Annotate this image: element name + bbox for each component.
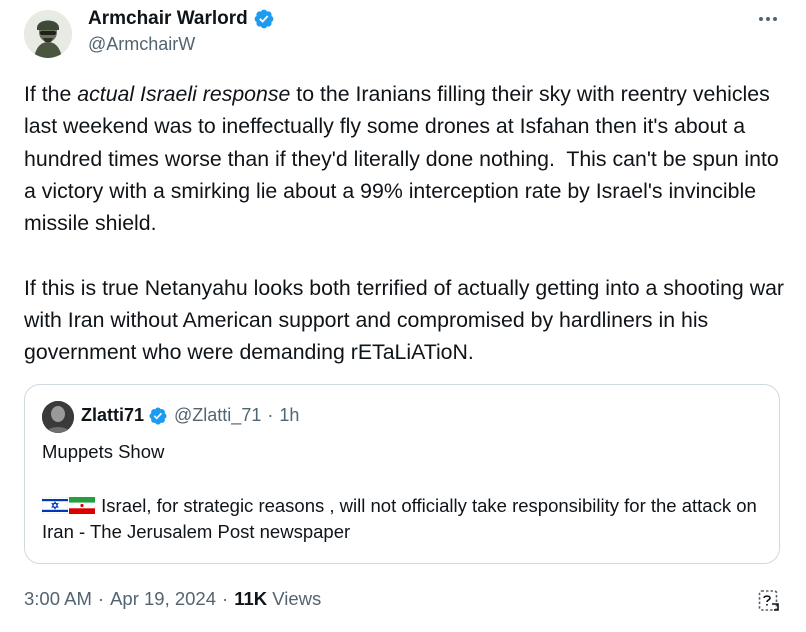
verified-badge-icon [254, 9, 274, 29]
quoted-author-avatar[interactable] [42, 401, 74, 433]
quoted-text-body: Israel, for strategic reasons , will not… [42, 495, 757, 542]
tweet-date[interactable]: Apr 19, 2024 [110, 588, 216, 610]
tweet-footer: 3:00 AM · Apr 19, 2024 · 11K Views [24, 588, 321, 610]
author-name-row[interactable]: Armchair Warlord [88, 8, 275, 30]
israel-flag-icon [42, 497, 68, 514]
tweet-paragraph-2: If this is true Netanyahu looks both ter… [24, 275, 790, 365]
views: 11K Views [234, 588, 321, 610]
iran-flag-icon [69, 497, 95, 514]
separator-dot: · [97, 588, 105, 609]
quoted-text-line1: Muppets Show [42, 441, 165, 462]
dot-icon [766, 17, 770, 21]
quoted-display-name[interactable]: Zlatti71 [81, 405, 144, 426]
tweet-time[interactable]: 3:00 AM [24, 588, 92, 610]
quoted-handle[interactable]: @Zlatti_71 [174, 405, 261, 426]
author-handle[interactable]: @ArmchairW [88, 34, 195, 55]
separator-dot: · [267, 405, 274, 425]
tweet-text: If the actual Israeli response to the Ir… [24, 78, 794, 369]
views-label: Views [272, 588, 322, 609]
quoted-text-line2: Israel, for strategic reasons , will not… [42, 493, 767, 545]
dot-icon [773, 17, 777, 21]
separator-dot: · [222, 588, 229, 609]
author-display-name[interactable]: Armchair Warlord [88, 8, 248, 30]
quoted-time[interactable]: 1h [279, 405, 299, 426]
author-avatar[interactable] [24, 10, 72, 58]
verified-badge-icon [149, 406, 167, 425]
quoted-tweet[interactable]: Zlatti71 @Zlatti_71 · 1h Muppets Show Is… [24, 384, 780, 564]
tweet-text-part: If the [24, 82, 78, 106]
quoted-header: Zlatti71 @Zlatti_71 · 1h [81, 405, 299, 426]
dot-icon [759, 17, 763, 21]
views-count: 11K [234, 588, 268, 609]
tweet-text-italic: actual Israeli response [77, 82, 291, 106]
soldier-avatar-icon [24, 10, 72, 58]
more-options-button[interactable] [756, 8, 780, 30]
grok-explain-icon[interactable] [758, 589, 780, 613]
avatar-photo-icon [42, 401, 74, 433]
